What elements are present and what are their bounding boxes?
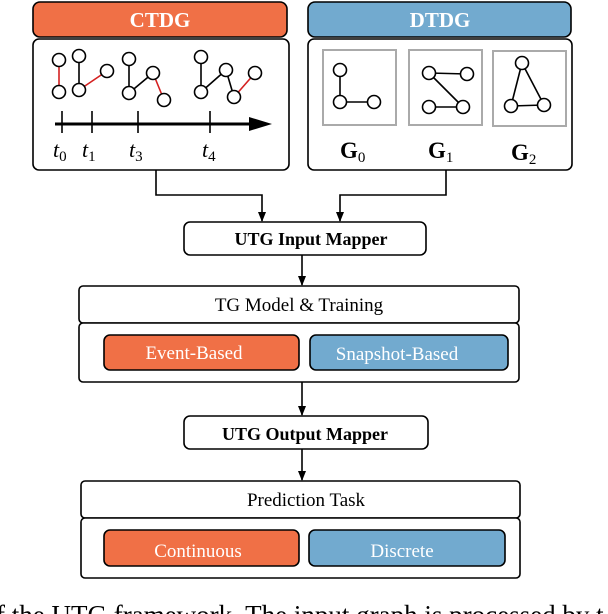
discrete-label: Discrete xyxy=(370,541,433,562)
snapshot-g0 xyxy=(322,49,397,126)
figure-caption: f the UTG framework. The input graph is … xyxy=(0,600,604,614)
tg-model-panel: TG Model & Training Event-Based Snapshot… xyxy=(78,285,520,383)
ctdg-title: CTDG xyxy=(130,8,191,32)
continuous-label: Continuous xyxy=(154,541,242,562)
snapshot-g1 xyxy=(408,49,483,126)
ctdg-panel: CTDG t0 t1 t3 t4 xyxy=(32,1,290,171)
utg-input-mapper-label: UTG Input Mapper xyxy=(234,229,387,249)
prediction-task-title: Prediction Task xyxy=(247,490,366,511)
prediction-task-panel: Prediction Task Continuous Discrete xyxy=(80,480,521,579)
utg-output-mapper-label: UTG Output Mapper xyxy=(222,424,388,444)
tg-model-title: TG Model & Training xyxy=(215,295,384,316)
event-based-label: Event-Based xyxy=(145,343,243,364)
dtdg-panel: DTDG G0 G1 G2 xyxy=(307,1,573,171)
utg-framework-diagram: CTDG t0 t1 t3 t4 DTDG G0 G1 G2 UTG Input… xyxy=(0,1,604,614)
dtdg-title: DTDG xyxy=(410,8,471,32)
snapshot-g2 xyxy=(492,50,567,127)
snapshot-based-label: Snapshot-Based xyxy=(336,344,459,365)
